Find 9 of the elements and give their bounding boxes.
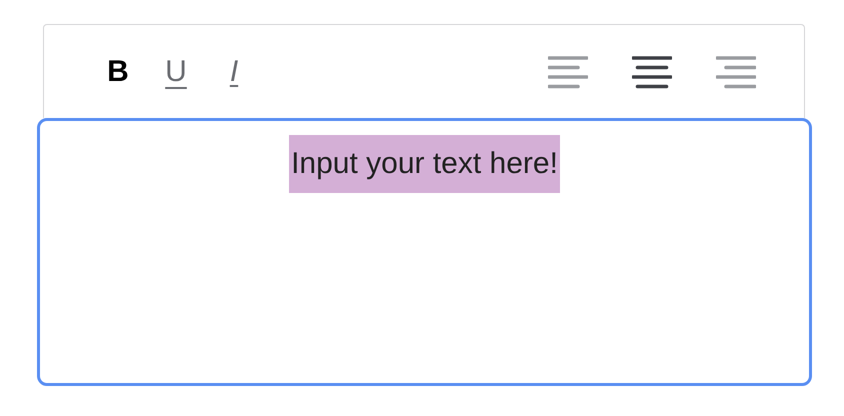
format-button[interactable]: U [158,52,194,92]
align-icon [548,54,588,88]
format-button[interactable]: B [100,52,136,92]
editor-text: Input your text here! [289,135,560,193]
align-button[interactable] [632,54,672,88]
format-button[interactable]: I [216,52,252,92]
align-icon [632,54,672,88]
align-icon [716,54,756,88]
text-editor[interactable]: Input your text here! [37,118,812,386]
